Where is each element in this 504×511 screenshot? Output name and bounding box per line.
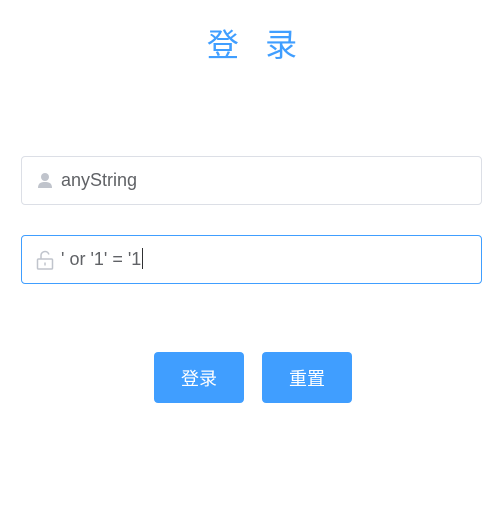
password-field[interactable]: ' or '1' = '1 (21, 235, 482, 284)
password-text: ' or '1' = '1 (61, 249, 142, 269)
reset-button[interactable]: 重置 (262, 352, 352, 403)
login-page: 登 录 anyString ' or '1' = '1 登录 重置 (0, 0, 504, 511)
page-title: 登 录 (206, 26, 306, 64)
username-field[interactable]: anyString (21, 156, 482, 205)
password-input[interactable]: ' or '1' = '1 (61, 236, 144, 283)
username-input[interactable]: anyString (61, 157, 137, 204)
unlock-icon (36, 250, 54, 270)
text-caret (142, 247, 144, 269)
login-button[interactable]: 登录 (154, 352, 244, 403)
user-icon (38, 173, 52, 188)
